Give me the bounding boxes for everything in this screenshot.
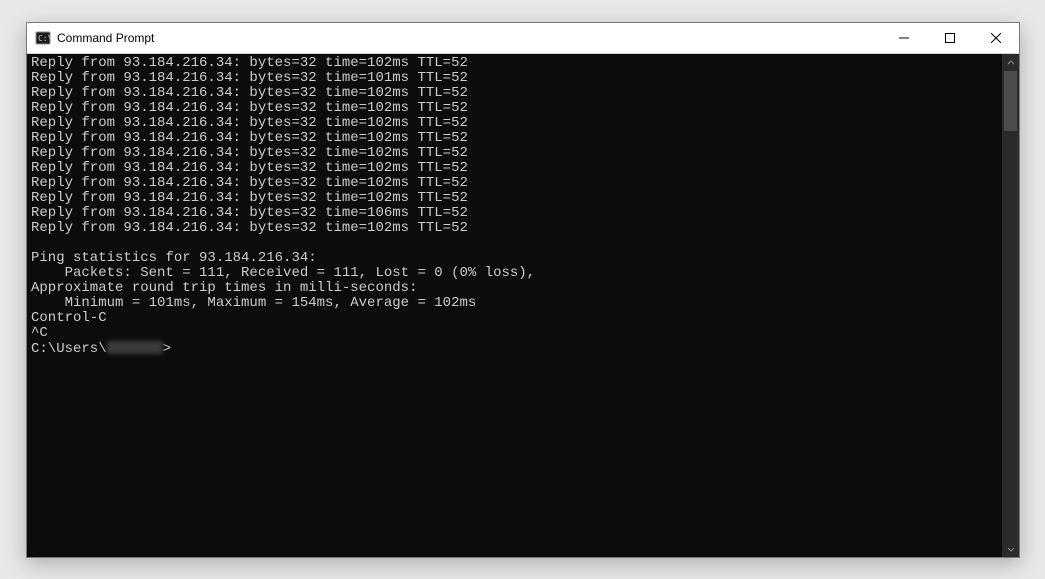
redacted-username — [107, 341, 163, 354]
titlebar[interactable]: C:\ Command Prompt — [27, 23, 1019, 54]
minimize-button[interactable] — [881, 23, 927, 53]
svg-text:C:\: C:\ — [38, 34, 51, 43]
close-button[interactable] — [973, 23, 1019, 53]
cmd-icon: C:\ — [35, 30, 51, 46]
scroll-thumb[interactable] — [1004, 71, 1017, 131]
maximize-button[interactable] — [927, 23, 973, 53]
scrollbar[interactable] — [1002, 54, 1019, 557]
scroll-up-arrow-icon[interactable] — [1002, 54, 1019, 71]
terminal-output[interactable]: Reply from 93.184.216.34: bytes=32 time=… — [27, 54, 1002, 557]
title-left: C:\ Command Prompt — [27, 30, 154, 46]
window-controls — [881, 23, 1019, 53]
scroll-down-arrow-icon[interactable] — [1002, 540, 1019, 557]
command-prompt-window: C:\ Command Prompt Reply from 93.184.216… — [26, 22, 1020, 558]
window-title: Command Prompt — [57, 31, 154, 45]
client-area: Reply from 93.184.216.34: bytes=32 time=… — [27, 54, 1019, 557]
